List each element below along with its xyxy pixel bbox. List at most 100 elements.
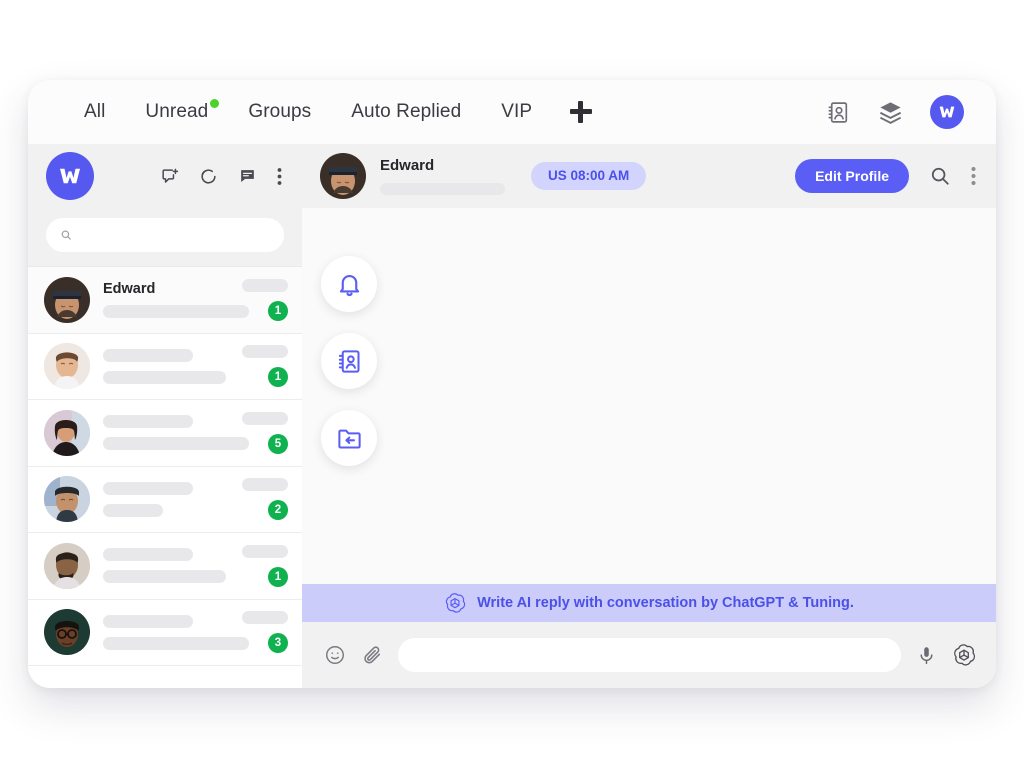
add-tab-button[interactable] (552, 101, 610, 123)
contact-card-icon[interactable] (826, 100, 851, 125)
avatar (44, 609, 90, 656)
search-box[interactable] (46, 218, 284, 252)
message-input[interactable] (398, 638, 901, 672)
message-preview-placeholder (103, 370, 226, 384)
tab-unread-label: Unread (145, 101, 209, 122)
new-chat-icon[interactable] (160, 167, 179, 186)
conversation-meta: 3 (232, 611, 288, 654)
contact-card-fab[interactable] (321, 333, 377, 389)
openai-icon (446, 593, 466, 613)
tab-groups[interactable]: Groups (228, 101, 331, 123)
avatar (44, 542, 90, 589)
sidebar-search-area (28, 208, 302, 266)
avatar (44, 409, 90, 456)
timestamp-placeholder (242, 478, 288, 492)
folder-reply-icon (337, 429, 361, 449)
unread-badge: 1 (268, 566, 288, 587)
contact-card-icon (338, 349, 360, 373)
tab-all-label: All (84, 101, 106, 122)
chat-contact-name: Edward (380, 156, 435, 174)
bell-icon (339, 274, 359, 296)
top-navigation-bar: All Unread Groups Auto Replied VIP (28, 80, 996, 144)
w-logo-icon (939, 106, 955, 118)
microphone-icon[interactable] (916, 645, 937, 666)
app-body: Edward 1 1 5 2 1 3 Edward US 08:00 AM Ed… (28, 144, 996, 688)
openai-icon[interactable] (952, 643, 976, 667)
avatar (44, 343, 90, 390)
timestamp-placeholder (242, 411, 288, 425)
conversation-item-edward[interactable]: Edward 1 (28, 267, 302, 334)
conversation-text (90, 415, 249, 451)
chat-panel: Edward US 08:00 AM Edit Profile Write AI… (302, 144, 996, 688)
conversation-item[interactable]: 1 (28, 333, 302, 400)
unread-badge: 1 (268, 300, 288, 321)
more-vertical-icon[interactable] (277, 167, 282, 186)
more-vertical-icon[interactable] (971, 166, 976, 186)
search-input[interactable] (81, 226, 270, 244)
conversation-text (90, 348, 232, 384)
emoji-icon[interactable] (324, 644, 346, 666)
timestamp-placeholder (242, 345, 288, 359)
ai-reply-banner-text: Write AI reply with conversation by Chat… (477, 595, 854, 611)
tab-all[interactable]: All (64, 101, 125, 123)
chat-contact-status-placeholder (380, 182, 505, 195)
conversation-item[interactable]: 1 (28, 533, 302, 600)
avatar (44, 476, 90, 523)
message-composer (302, 622, 996, 688)
unread-badge: 5 (268, 433, 288, 454)
edit-profile-button[interactable]: Edit Profile (795, 159, 909, 193)
tab-groups-label: Groups (248, 101, 312, 122)
avatar (44, 276, 90, 323)
timezone-badge: US 08:00 AM (531, 162, 647, 190)
conversation-meta: 1 (232, 544, 288, 587)
top-bar-actions (826, 95, 974, 129)
unread-badge: 1 (268, 367, 288, 388)
conversation-meta: 5 (232, 411, 288, 454)
unread-indicator-dot (210, 99, 220, 108)
refresh-icon[interactable] (199, 167, 218, 186)
tab-auto-replied[interactable]: Auto Replied (331, 101, 481, 123)
timestamp-placeholder (242, 544, 288, 558)
conversation-name-placeholder (103, 614, 193, 628)
app-window: All Unread Groups Auto Replied VIP Edwar… (28, 80, 996, 688)
tab-list: All Unread Groups Auto Replied VIP (64, 99, 610, 123)
conversation-text (90, 614, 249, 650)
folder-reply-fab[interactable] (321, 410, 377, 466)
conversation-text: Edward (90, 281, 249, 318)
chat-header-actions: Edit Profile (795, 159, 976, 193)
conversation-text (90, 548, 232, 584)
message-preview-placeholder (103, 636, 249, 650)
search-icon[interactable] (929, 165, 951, 187)
paperclip-icon[interactable] (361, 644, 383, 666)
conversation-meta: 2 (232, 478, 288, 521)
search-icon (61, 230, 71, 240)
tab-unread[interactable]: Unread (125, 99, 228, 123)
conversation-meta: 1 (232, 345, 288, 388)
conversation-name-placeholder (103, 348, 193, 362)
ai-reply-banner[interactable]: Write AI reply with conversation by Chat… (302, 584, 996, 622)
conversation-name-placeholder (103, 415, 193, 429)
tab-vip[interactable]: VIP (481, 101, 552, 123)
sidebar: Edward 1 1 5 2 1 3 (28, 144, 302, 688)
layers-icon[interactable] (877, 99, 904, 126)
account-logo-avatar[interactable] (930, 95, 964, 129)
sidebar-logo[interactable] (46, 152, 94, 200)
conversation-item[interactable]: 3 (28, 599, 302, 666)
conversation-meta: 1 (232, 278, 288, 321)
conversation-list[interactable]: Edward 1 1 5 2 1 3 (28, 266, 302, 688)
unread-badge: 3 (268, 633, 288, 654)
conversation-name-placeholder (103, 481, 193, 495)
timestamp-placeholder (242, 278, 288, 292)
chat-contact-avatar[interactable] (320, 153, 366, 199)
conversation-text (90, 481, 232, 517)
conversation-item[interactable]: 2 (28, 466, 302, 533)
message-preview-placeholder (103, 437, 249, 451)
message-preview-placeholder (103, 305, 249, 318)
tab-vip-label: VIP (501, 101, 533, 122)
chat-contact-info: Edward (366, 158, 505, 195)
chat-bubble-icon[interactable] (238, 167, 257, 186)
notification-fab[interactable] (321, 256, 377, 312)
timestamp-placeholder (242, 611, 288, 625)
w-logo-icon (60, 168, 80, 184)
conversation-item[interactable]: 5 (28, 400, 302, 467)
